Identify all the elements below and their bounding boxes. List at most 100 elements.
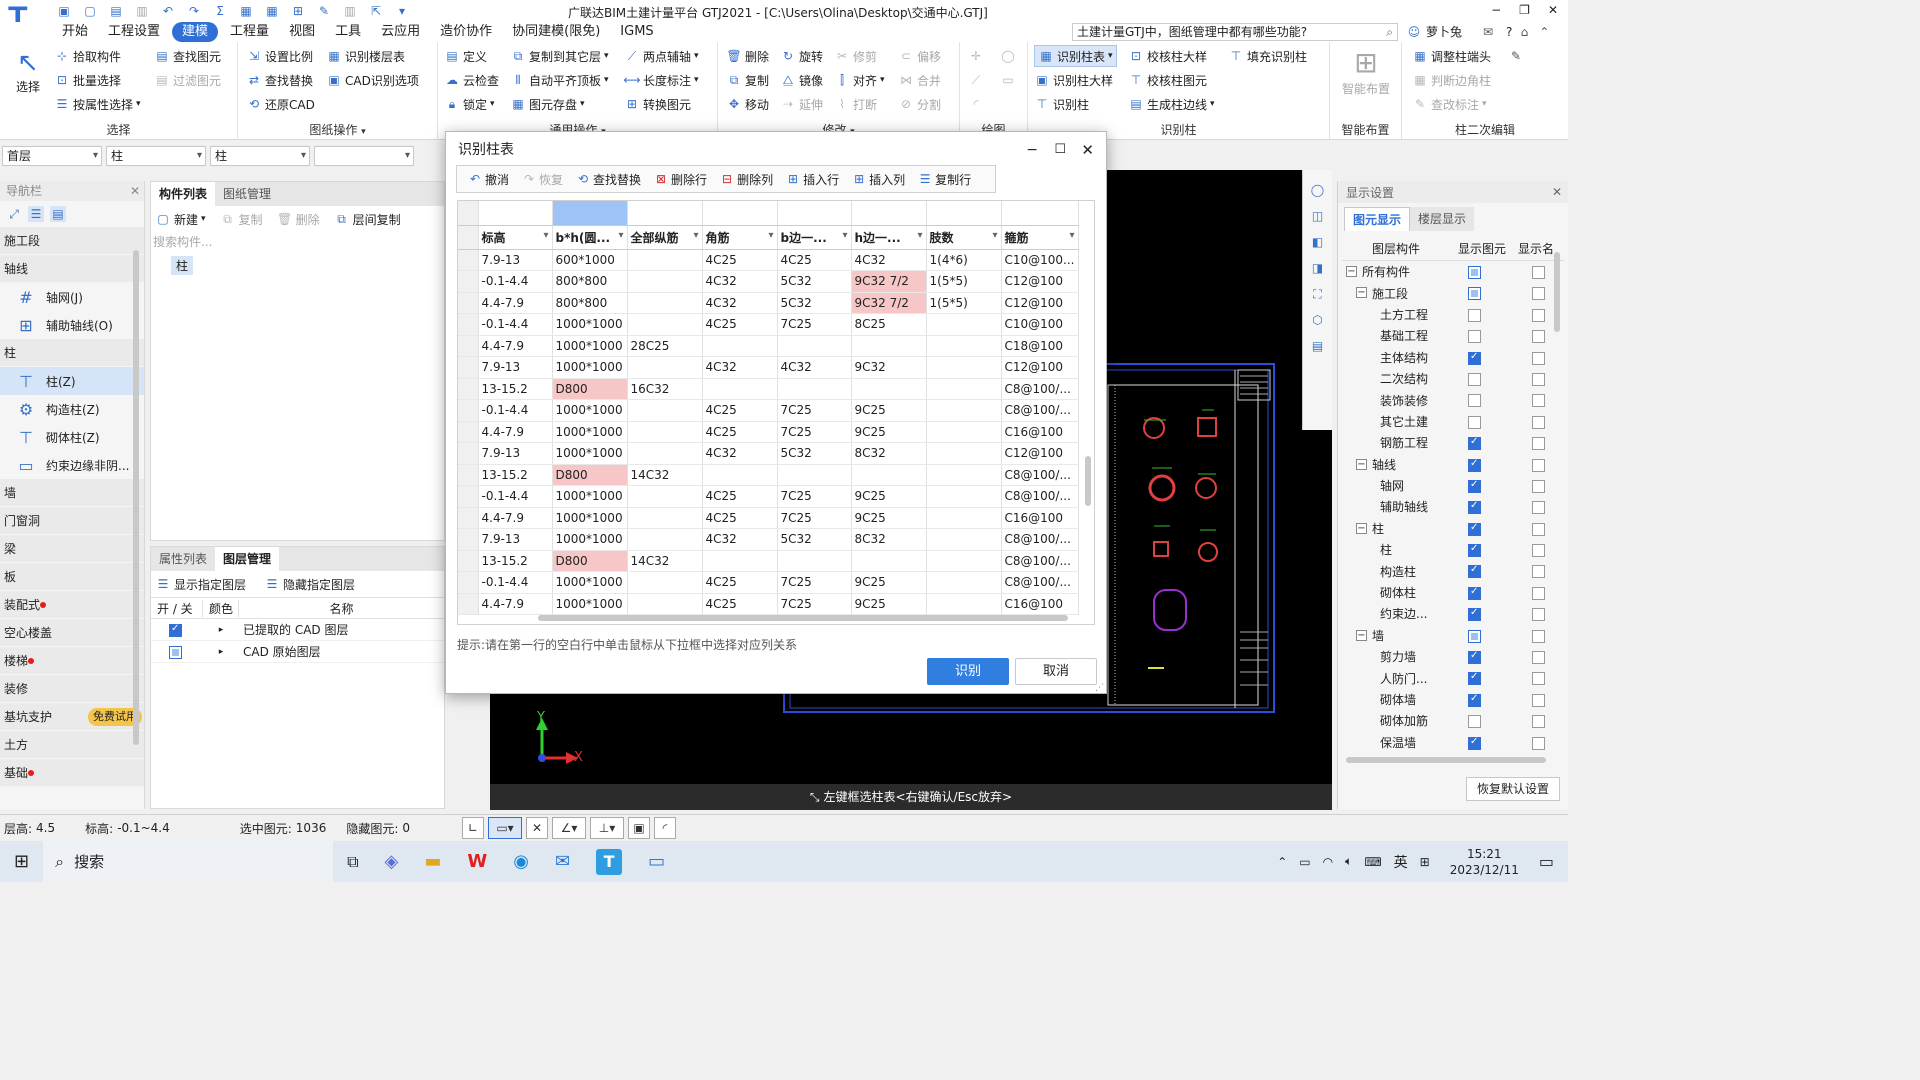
keyboard-icon[interactable]: ⌨ [1364,855,1381,869]
table-cell[interactable]: -0.1-4.4 [478,485,553,508]
table-cell[interactable] [926,356,1002,379]
row-header[interactable] [458,378,479,400]
table-cell[interactable]: 4.4-7.9 [478,593,553,615]
tray-chevron-icon[interactable]: ⌃ [1277,855,1287,869]
table-row[interactable]: 4.4-7.9 1000*1000 4C25 7C25 9C25 C16@100 [458,421,1079,443]
volume-icon[interactable]: 🔈︎ [1345,854,1352,869]
table-cell[interactable]: -0.1-4.4 [478,399,553,422]
table-cell[interactable]: 7C25 [777,571,852,594]
table-cell[interactable]: 7C25 [777,507,852,529]
table-cell[interactable]: 4C25 [702,421,778,443]
table-cell[interactable] [926,485,1002,508]
judge-corner-column-button[interactable]: ▦ 判断边角柱 [1412,69,1491,91]
arc-tool-icon[interactable]: ◜ [654,817,676,839]
pin-icon[interactable]: ⤢ [6,206,22,222]
task-view-icon[interactable]: ⧉ [347,852,358,872]
brush-icon[interactable]: ✎ [1508,48,1524,64]
table-cell[interactable]: 16C32 [627,378,703,400]
snap-icon[interactable]: ⊥▾ [590,817,624,839]
insert-column-button[interactable]: ⊞ 插入列 [845,171,911,188]
table-cell[interactable]: 4.4-7.9 [478,421,553,443]
table-cell[interactable]: 9C32 [851,356,927,379]
table-row[interactable]: -0.1-4.4 1000*1000 4C25 7C25 9C25 C8@100/... [458,485,1079,508]
table-cell[interactable]: 4C32 [702,292,778,314]
layer-toggle-icon[interactable]: ▣ [628,817,650,839]
table-cell[interactable]: 1000*1000 [552,593,628,615]
restore-cad-button[interactable]: ⟲ 还原CAD [246,93,315,115]
show-name-checkbox[interactable] [1532,586,1545,600]
table-row[interactable]: 7.9-13 600*1000 4C25 4C25 4C32 1(4*6) C10@100.… [458,249,1079,271]
table-cell[interactable]: 1000*1000 [552,442,628,465]
wps-icon[interactable]: W [467,851,487,872]
table-cell[interactable] [926,442,1002,465]
minimize-icon[interactable]: − [1491,3,1501,17]
table-cell[interactable]: 800*800 [552,292,628,314]
table-cell[interactable]: D800 [552,550,628,572]
tab-floor-display[interactable]: 楼层显示 [1410,207,1475,231]
menu-item-2[interactable]: 建模 [172,22,219,42]
row-header[interactable] [458,270,479,293]
table-cell[interactable]: 8C32 [851,442,927,465]
rect-select-icon[interactable]: ▭▾ [488,817,522,839]
more-icon[interactable]: ▾ [394,3,410,19]
close-display-icon[interactable]: ✕ [1552,185,1562,199]
table-cell[interactable]: C12@100 [1001,442,1079,465]
nav-category-1[interactable]: 轴线 [0,255,144,283]
view-iso-icon[interactable]: ⬡ [1310,312,1326,328]
table-cell[interactable] [926,313,1002,336]
table-cell[interactable] [851,378,927,400]
show-name-checkbox[interactable] [1532,693,1545,707]
battery-icon[interactable]: ▭ [1299,855,1310,869]
show-name-checkbox[interactable] [1532,308,1545,322]
table-cell[interactable]: 7.9-13 [478,249,553,271]
table-cell[interactable]: 7C25 [777,399,852,422]
table-row[interactable]: -0.1-4.4 1000*1000 4C25 7C25 9C25 C8@100/... [458,571,1079,594]
component-tree-item-column[interactable]: 柱 [171,256,194,275]
table-cell[interactable] [627,270,703,293]
edge-icon[interactable]: ◉ [513,851,529,872]
show-element-checkbox[interactable] [1468,436,1481,451]
table-cell[interactable]: 8C32 [851,528,927,551]
table-cell[interactable]: 4C25 [702,593,778,615]
show-name-checkbox[interactable] [1532,415,1545,429]
table-row[interactable]: 4.4-7.9 1000*1000 4C25 7C25 9C25 C16@100 [458,593,1079,615]
show-name-checkbox[interactable] [1532,522,1545,536]
table-cell[interactable]: 1(5*5) [926,292,1002,314]
search-icon[interactable]: ⌕ [1386,24,1393,40]
display-h-scrollbar[interactable] [1346,757,1546,763]
identify-cancel-button[interactable]: 取消 [1015,658,1097,685]
nav-category-4[interactable]: 门窗洞 [0,507,144,535]
show-name-checkbox[interactable] [1532,544,1545,558]
table-cell[interactable]: 5C32 [777,292,852,314]
table-cell[interactable] [926,550,1002,572]
row-header[interactable] [458,249,479,271]
menu-item-0[interactable]: 开始 [52,22,98,42]
grid-v-scrollbar[interactable] [1085,456,1091,506]
dialog-close-icon[interactable]: ✕ [1081,132,1094,168]
table-cell[interactable]: 28C25 [627,335,703,357]
table-row[interactable]: 13-15.2 D800 14C32 C8@100/... [458,550,1079,572]
menu-item-9[interactable]: IGMS [610,22,663,42]
table-cell[interactable]: 1000*1000 [552,399,628,422]
table-cell[interactable]: C8@100/... [1001,571,1079,594]
nav-item-masonry-column[interactable]: ⊤ 砌体柱(Z) [0,423,144,451]
nav-category-2[interactable]: 柱 [0,339,144,367]
table-cell[interactable] [926,571,1002,594]
display-v-scrollbar[interactable] [1554,252,1560,332]
show-name-checkbox[interactable] [1532,372,1545,386]
show-element-checkbox[interactable] [1468,607,1481,622]
tree-toggle-icon[interactable]: − [1346,266,1357,277]
show-element-checkbox[interactable] [1468,543,1481,558]
nav-item-constructional-column[interactable]: ⚙ 构造柱(Z) [0,395,144,423]
table-row[interactable]: 7.9-13 1000*1000 4C32 4C32 9C32 C12@100 [458,356,1079,379]
show-name-checkbox[interactable] [1532,394,1545,408]
show-name-checkbox[interactable] [1532,501,1545,515]
clock[interactable]: 15:21 2023/12/11 [1450,846,1519,878]
length-dimension-button[interactable]: ⟷ 长度标注 ▾ [623,69,698,91]
show-element-checkbox[interactable] [1468,693,1481,707]
export-icon[interactable]: ⇱ [368,3,384,19]
define-button[interactable]: ▤ 定义 [444,45,487,67]
table-cell[interactable]: 7C25 [777,313,852,336]
tree-toggle-icon[interactable]: − [1356,629,1367,641]
grid-col-header-0[interactable]: 标高 [478,225,553,250]
